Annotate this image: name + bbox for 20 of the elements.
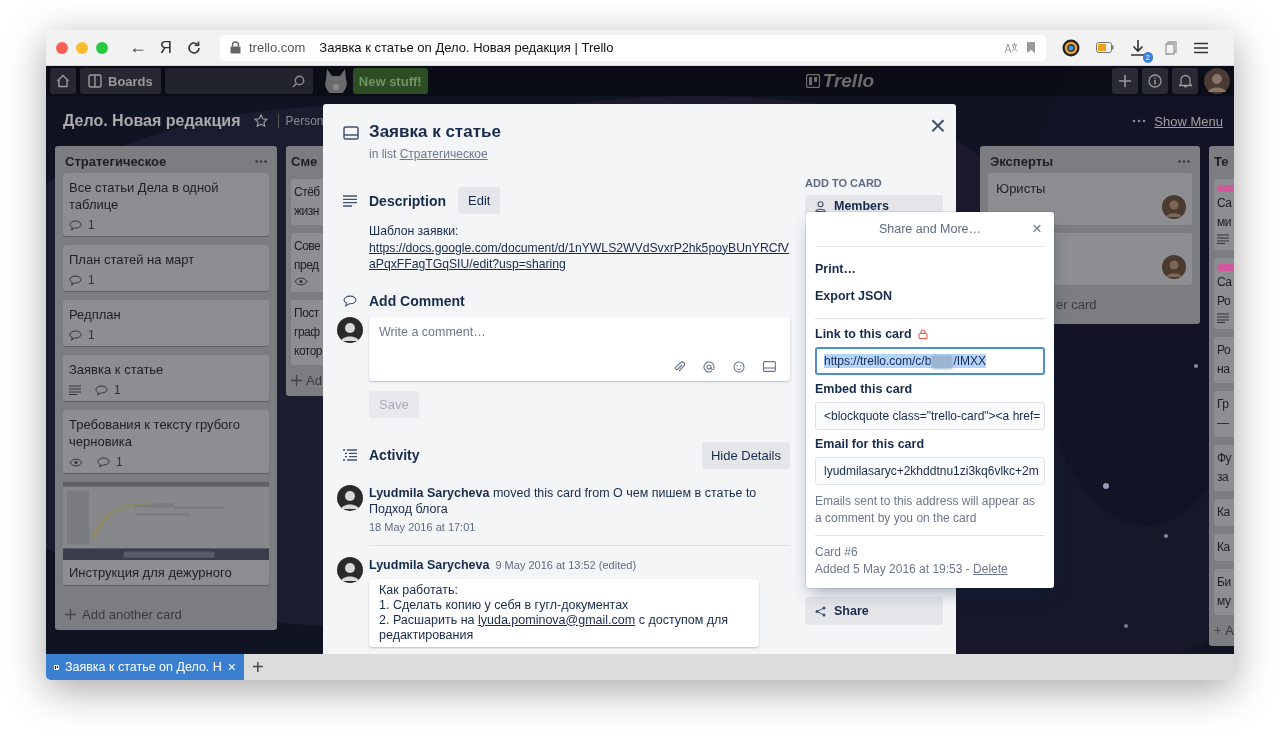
new-tab-button[interactable]: + [252, 655, 264, 679]
yandex-button[interactable]: Я [152, 34, 180, 61]
page-title: Заявка к статье on Дело. Новая редакция | Trello [319, 40, 614, 55]
window-close-button[interactable] [56, 41, 68, 54]
reload-icon [186, 39, 202, 56]
browser-tab[interactable]: Заявка к статье on Дело. Н × [46, 654, 244, 680]
bookmark-icon[interactable] [1026, 41, 1036, 54]
tab-close-button[interactable]: × [227, 659, 236, 675]
lock-icon [230, 41, 241, 54]
back-button[interactable]: ← [124, 34, 152, 61]
battery-icon[interactable] [1096, 42, 1114, 53]
download-icon[interactable] [1130, 38, 1146, 57]
translate-icon[interactable] [1004, 41, 1018, 54]
url-text: trello.com [249, 40, 306, 55]
menu-icon[interactable] [1194, 41, 1208, 54]
tabs-icon[interactable] [1162, 39, 1178, 56]
address-bar[interactable]: trello.com Заявка к статье on Дело. Новая редакция | Trello [220, 34, 1046, 61]
tab-label: Заявка к статье on Дело. Н [64, 660, 222, 674]
extension-icon[interactable] [1062, 38, 1080, 57]
download-count-badge: 2 [1142, 51, 1153, 63]
